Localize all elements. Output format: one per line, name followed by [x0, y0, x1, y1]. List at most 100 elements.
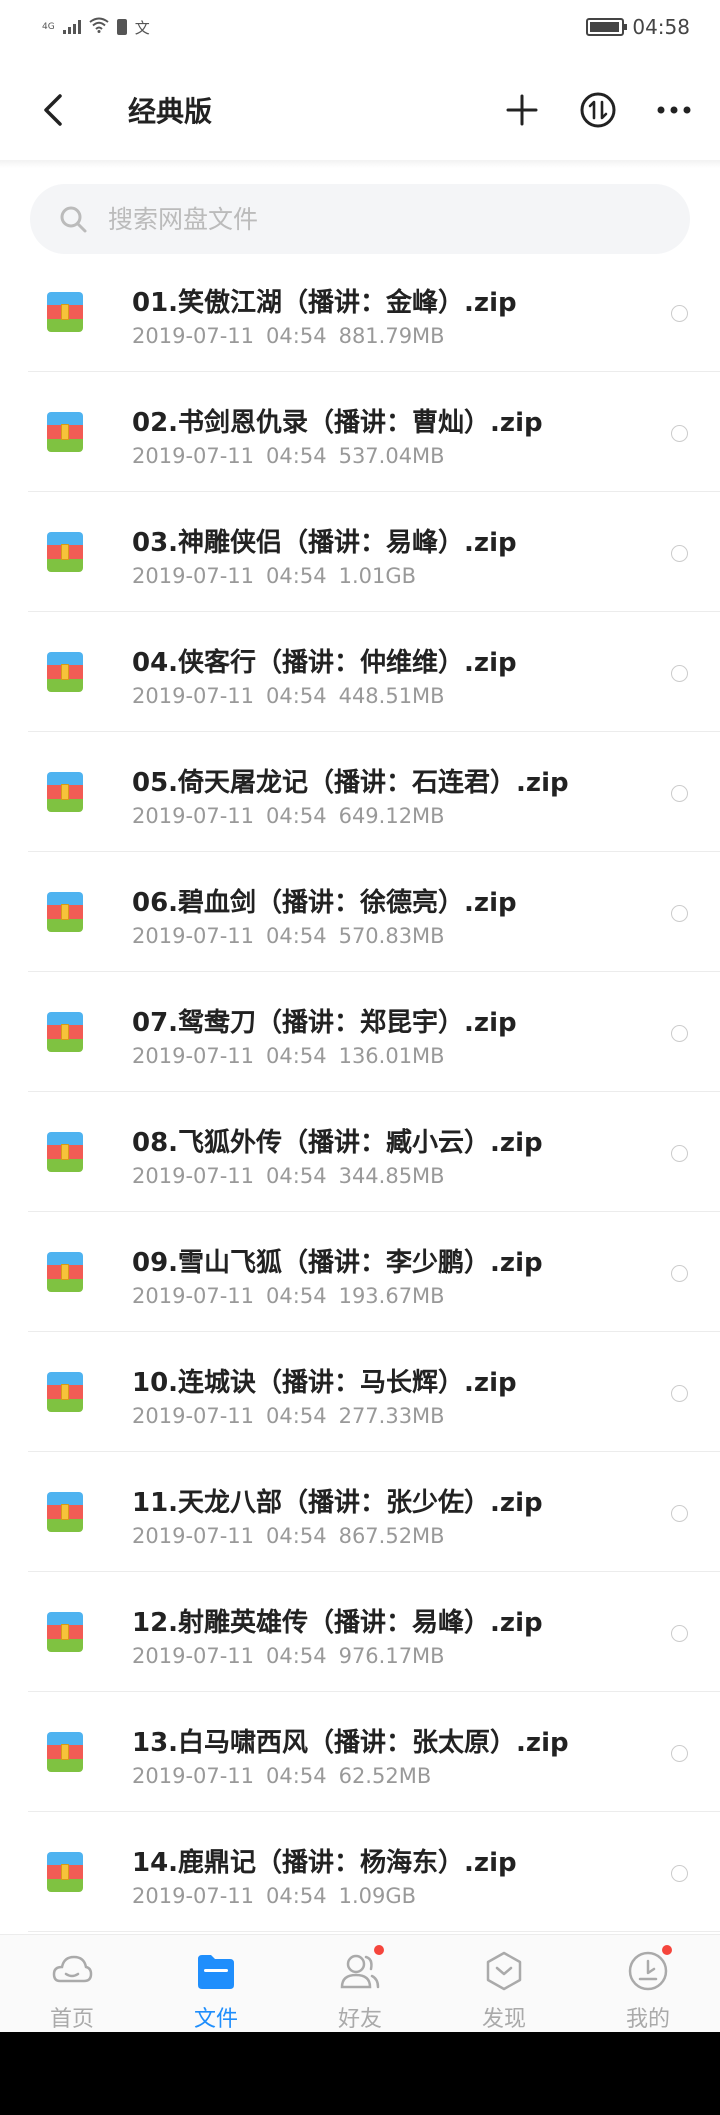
- transfer-button[interactable]: [572, 84, 624, 136]
- file-row[interactable]: 06.碧血剑（播讲：徐德亮）.zip 2019-07-11 04:54 570.83M…: [0, 852, 720, 972]
- select-checkbox[interactable]: [671, 1745, 688, 1762]
- select-checkbox[interactable]: [671, 785, 688, 802]
- file-name: 12.射雕英雄传（播讲：易峰）.zip: [132, 1608, 543, 1638]
- file-size: 136.01MB: [338, 1044, 445, 1068]
- zip-file-icon: [47, 772, 83, 812]
- zip-file-icon: [47, 1612, 83, 1652]
- system-nav-area: [0, 2032, 720, 2115]
- select-checkbox[interactable]: [671, 665, 688, 682]
- file-name: 08.飞狐外传（播讲：臧小云）.zip: [132, 1128, 543, 1158]
- zip-file-icon: [47, 1372, 83, 1412]
- file-time: 04:54: [266, 1644, 327, 1668]
- file-row[interactable]: 12.射雕英雄传（播讲：易峰）.zip 2019-07-11 04:54 976.17…: [0, 1572, 720, 1692]
- folder-icon: [194, 1949, 238, 1993]
- file-row[interactable]: 08.飞狐外传（播讲：臧小云）.zip 2019-07-11 04:54 344.85…: [0, 1092, 720, 1212]
- file-row[interactable]: 07.鸳鸯刀（播讲：郑昆宇）.zip 2019-07-11 04:54 136.01M…: [0, 972, 720, 1092]
- nav-tab[interactable]: 好友: [288, 1935, 432, 2032]
- select-checkbox[interactable]: [671, 1265, 688, 1282]
- profile-icon: [626, 1949, 670, 1993]
- more-icon: [657, 106, 691, 114]
- file-row[interactable]: 04.侠客行（播讲：仲维维）.zip 2019-07-11 04:54 448.51M…: [0, 612, 720, 732]
- clock: 04:58: [632, 15, 690, 39]
- select-checkbox[interactable]: [671, 545, 688, 562]
- file-row[interactable]: 05.倚天屠龙记（播讲：石连君）.zip 2019-07-11 04:54 649.1…: [0, 732, 720, 852]
- zip-file-icon: [47, 292, 83, 332]
- file-row[interactable]: 09.雪山飞狐（播讲：李少鹏）.zip 2019-07-11 04:54 193.67…: [0, 1212, 720, 1332]
- app-header: 经典版: [0, 60, 720, 160]
- nav-tab[interactable]: 文件: [144, 1935, 288, 2032]
- file-date: 2019-07-11: [132, 324, 255, 348]
- file-time: 04:54: [266, 444, 327, 468]
- file-meta: 2019-07-11 04:54 136.01MB: [132, 1044, 445, 1068]
- home-cloud-icon: [50, 1949, 94, 1993]
- file-meta: 2019-07-11 04:54 1.01GB: [132, 564, 416, 588]
- file-name: 13.白马啸西风（播讲：张太原）.zip: [132, 1728, 569, 1758]
- nav-label: 首页: [49, 2007, 94, 2032]
- select-checkbox[interactable]: [671, 1625, 688, 1642]
- file-size: 193.67MB: [338, 1284, 445, 1308]
- file-time: 04:54: [266, 324, 327, 348]
- search-input[interactable]: [108, 204, 668, 234]
- select-checkbox[interactable]: [671, 905, 688, 922]
- file-date: 2019-07-11: [132, 684, 255, 708]
- select-checkbox[interactable]: [671, 1145, 688, 1162]
- sim-icon: [116, 19, 127, 35]
- file-meta: 2019-07-11 04:54 570.83MB: [132, 924, 445, 948]
- file-row[interactable]: 14.鹿鼎记（播讲：杨海东）.zip 2019-07-11 04:54 1.09GB: [0, 1812, 720, 1932]
- file-row[interactable]: 01.笑傲江湖（播讲：金峰）.zip 2019-07-11 04:54 881.79M…: [0, 252, 720, 372]
- file-name: 05.倚天屠龙记（播讲：石连君）.zip: [132, 768, 569, 798]
- file-meta: 2019-07-11 04:54 344.85MB: [132, 1164, 445, 1188]
- file-name: 07.鸳鸯刀（播讲：郑昆宇）.zip: [132, 1008, 517, 1038]
- nav-label: 好友: [337, 2007, 382, 2032]
- file-size: 62.52MB: [338, 1764, 432, 1788]
- file-list: 01.笑傲江湖（播讲：金峰）.zip 2019-07-11 04:54 881.79M…: [0, 252, 720, 1932]
- file-time: 04:54: [266, 1164, 327, 1188]
- signal-icon: [62, 20, 81, 34]
- nav-tab[interactable]: 首页: [0, 1935, 144, 2032]
- select-checkbox[interactable]: [671, 1505, 688, 1522]
- file-size: 881.79MB: [338, 324, 445, 348]
- zip-file-icon: [47, 1252, 83, 1292]
- battery-icon: [586, 18, 628, 36]
- file-date: 2019-07-11: [132, 1284, 255, 1308]
- more-button[interactable]: [648, 84, 700, 136]
- nav-tab[interactable]: 我的: [576, 1935, 720, 2032]
- select-checkbox[interactable]: [671, 1385, 688, 1402]
- zip-file-icon: [47, 1492, 83, 1532]
- file-date: 2019-07-11: [132, 804, 255, 828]
- zip-file-icon: [47, 1132, 83, 1172]
- file-time: 04:54: [266, 1404, 327, 1428]
- header-divider: [0, 160, 720, 168]
- network-type: 4G: [42, 22, 55, 32]
- file-meta: 2019-07-11 04:54 867.52MB: [132, 1524, 445, 1548]
- select-checkbox[interactable]: [671, 425, 688, 442]
- zip-file-icon: [47, 412, 83, 452]
- add-button[interactable]: [496, 84, 548, 136]
- search-bar[interactable]: [30, 184, 690, 254]
- file-name: 11.天龙八部（播讲：张少佐）.zip: [132, 1488, 543, 1518]
- zip-file-icon: [47, 1852, 83, 1892]
- file-size: 344.85MB: [338, 1164, 445, 1188]
- nav-tab[interactable]: 发现: [432, 1935, 576, 2032]
- file-meta: 2019-07-11 04:54 649.12MB: [132, 804, 445, 828]
- file-meta: 2019-07-11 04:54 62.52MB: [132, 1764, 431, 1788]
- select-checkbox[interactable]: [671, 1865, 688, 1882]
- file-row[interactable]: 03.神雕侠侣（播讲：易峰）.zip 2019-07-11 04:54 1.01GB: [0, 492, 720, 612]
- file-row[interactable]: 13.白马啸西风（播讲：张太原）.zip 2019-07-11 04:54 62.52…: [0, 1692, 720, 1812]
- file-row[interactable]: 02.书剑恩仇录（播讲：曹灿）.zip 2019-07-11 04:54 537.04…: [0, 372, 720, 492]
- app-screen: 4G 文 04:58 经典版 搜索网盘文件 01.笑傲江湖（播讲：金峰）.zip…: [0, 0, 720, 2032]
- file-time: 04:54: [266, 1524, 327, 1548]
- select-checkbox[interactable]: [671, 1025, 688, 1042]
- file-row[interactable]: 10.连城诀（播讲：马长辉）.zip 2019-07-11 04:54 277.33M…: [0, 1332, 720, 1452]
- file-row[interactable]: 11.天龙八部（播讲：张少佐）.zip 2019-07-11 04:54 867.52…: [0, 1452, 720, 1572]
- nav-label: 发现: [481, 2007, 526, 2032]
- discover-icon: [482, 1949, 526, 1993]
- file-time: 04:54: [266, 684, 327, 708]
- file-meta: 2019-07-11 04:54 881.79MB: [132, 324, 445, 348]
- notification-dot: [374, 1945, 384, 1955]
- file-time: 04:54: [266, 564, 327, 588]
- file-size: 649.12MB: [338, 804, 445, 828]
- back-button[interactable]: [38, 88, 72, 132]
- select-checkbox[interactable]: [671, 305, 688, 322]
- file-name: 10.连城诀（播讲：马长辉）.zip: [132, 1368, 517, 1398]
